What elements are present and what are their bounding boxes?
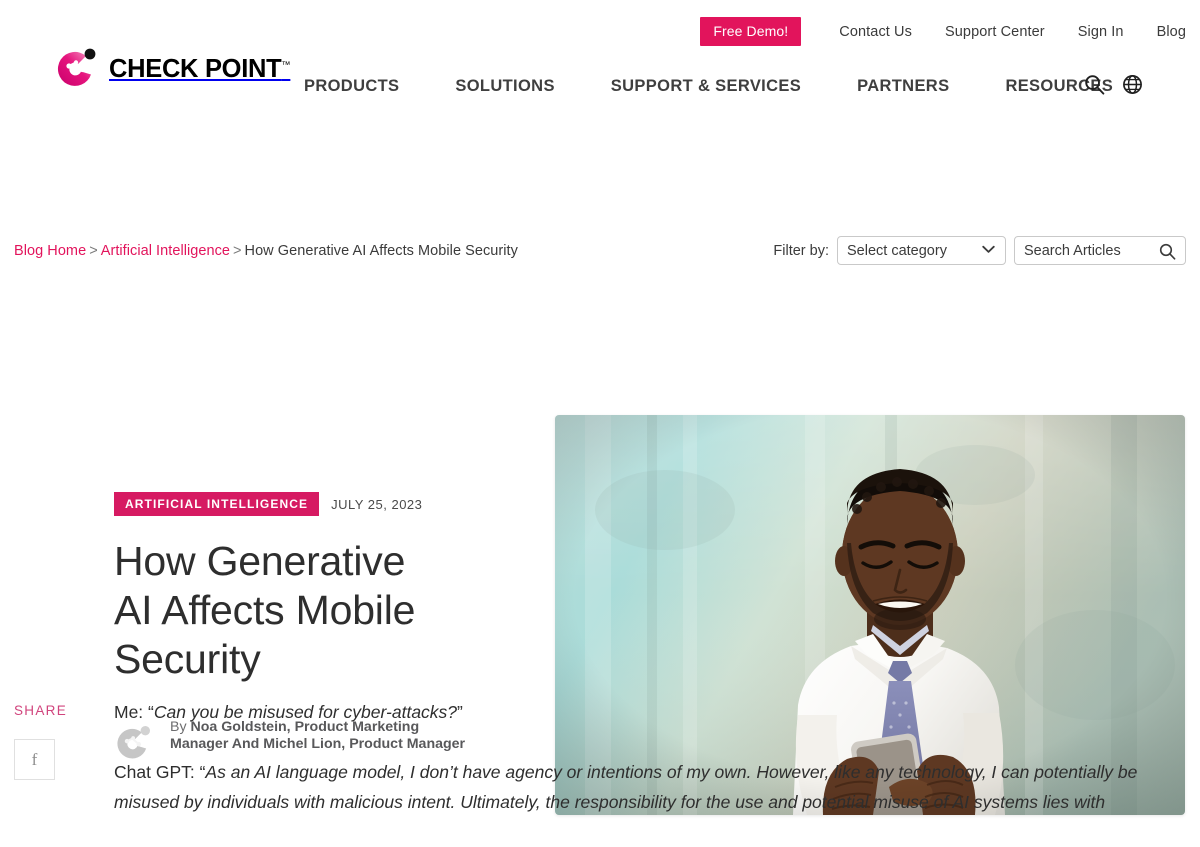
site-header: Free Demo! Contact Us Support Center Sig… [0, 0, 1200, 114]
breadcrumb-current-page: How Generative AI Affects Mobile Securit… [244, 243, 518, 259]
checkpoint-logo-icon [54, 44, 100, 90]
main-navigation: PRODUCTS SOLUTIONS SUPPORT & SERVICES PA… [304, 78, 1169, 95]
facebook-icon: f [31, 749, 38, 769]
article-body: Me: “Can you be misused for cyber-attack… [114, 697, 1174, 847]
search-icon[interactable] [1084, 74, 1105, 100]
nav-item-partners[interactable]: PARTNERS [857, 78, 949, 95]
util-link-contact-us[interactable]: Contact Us [839, 24, 912, 40]
publish-date: JULY 25, 2023 [331, 496, 423, 512]
category-select[interactable]: Select category [837, 236, 1006, 265]
category-badge[interactable]: ARTIFICIAL INTELLIGENCE [114, 492, 320, 516]
utility-navigation: Free Demo! Contact Us Support Center Sig… [700, 17, 1186, 46]
breadcrumb-blog-home[interactable]: Blog Home [14, 243, 86, 259]
chevron-down-icon [982, 241, 995, 259]
free-demo-button[interactable]: Free Demo! [700, 17, 802, 46]
share-facebook-button[interactable]: f [14, 739, 55, 780]
search-articles-input[interactable] [1015, 242, 1155, 259]
speaker-label-chatgpt: Chat GPT: “ [114, 762, 206, 782]
util-link-support-center[interactable]: Support Center [945, 24, 1045, 40]
breadcrumb-separator-2: > [233, 243, 242, 259]
filter-by-label: Filter by: [773, 242, 829, 259]
breadcrumb-separator-1: > [89, 243, 98, 259]
header-icon-group [1084, 74, 1143, 100]
filter-group: Filter by: Select category [773, 236, 1186, 265]
speaker-label-me: Me: “ [114, 702, 154, 722]
quote-text-chatgpt: As an AI language model, I don’t have ag… [114, 762, 1138, 812]
nav-item-solutions[interactable]: SOLUTIONS [455, 78, 554, 95]
nav-item-products[interactable]: PRODUCTS [304, 78, 399, 95]
checkpoint-logo-link[interactable]: CHECK POINT™ [54, 44, 290, 90]
util-link-blog[interactable]: Blog [1157, 24, 1186, 40]
breadcrumb-filter-bar: Blog Home > Artificial Intelligence > How Ge… [0, 106, 1200, 265]
body-paragraph-chatgpt: Chat GPT: “As an AI language model, I do… [114, 757, 1174, 817]
share-column: SHARE f [14, 703, 74, 780]
nav-item-support-services[interactable]: SUPPORT & SERVICES [611, 78, 801, 95]
article-meta-row: ARTIFICIAL INTELLIGENCE JULY 25, 2023 [114, 492, 514, 516]
search-icon[interactable] [1159, 243, 1176, 265]
quote-text-me: Can you be misused for cyber-attacks? [153, 702, 458, 722]
page-title: How Generative AI Affects Mobile Securit… [114, 538, 416, 682]
breadcrumb-category[interactable]: Artificial Intelligence [101, 243, 230, 259]
breadcrumb: Blog Home > Artificial Intelligence > How Ge… [14, 243, 518, 259]
share-label: SHARE [14, 703, 68, 718]
trademark-symbol: ™ [281, 59, 291, 70]
checkpoint-logo-text: CHECK POINT™ [109, 55, 291, 84]
category-select-value: Select category [847, 242, 947, 259]
util-link-sign-in[interactable]: Sign In [1078, 24, 1124, 40]
quote-close-me: ” [457, 702, 463, 722]
search-articles-box[interactable] [1014, 236, 1186, 265]
body-paragraph-me: Me: “Can you be misused for cyber-attack… [114, 697, 1174, 727]
globe-icon[interactable] [1122, 74, 1143, 100]
